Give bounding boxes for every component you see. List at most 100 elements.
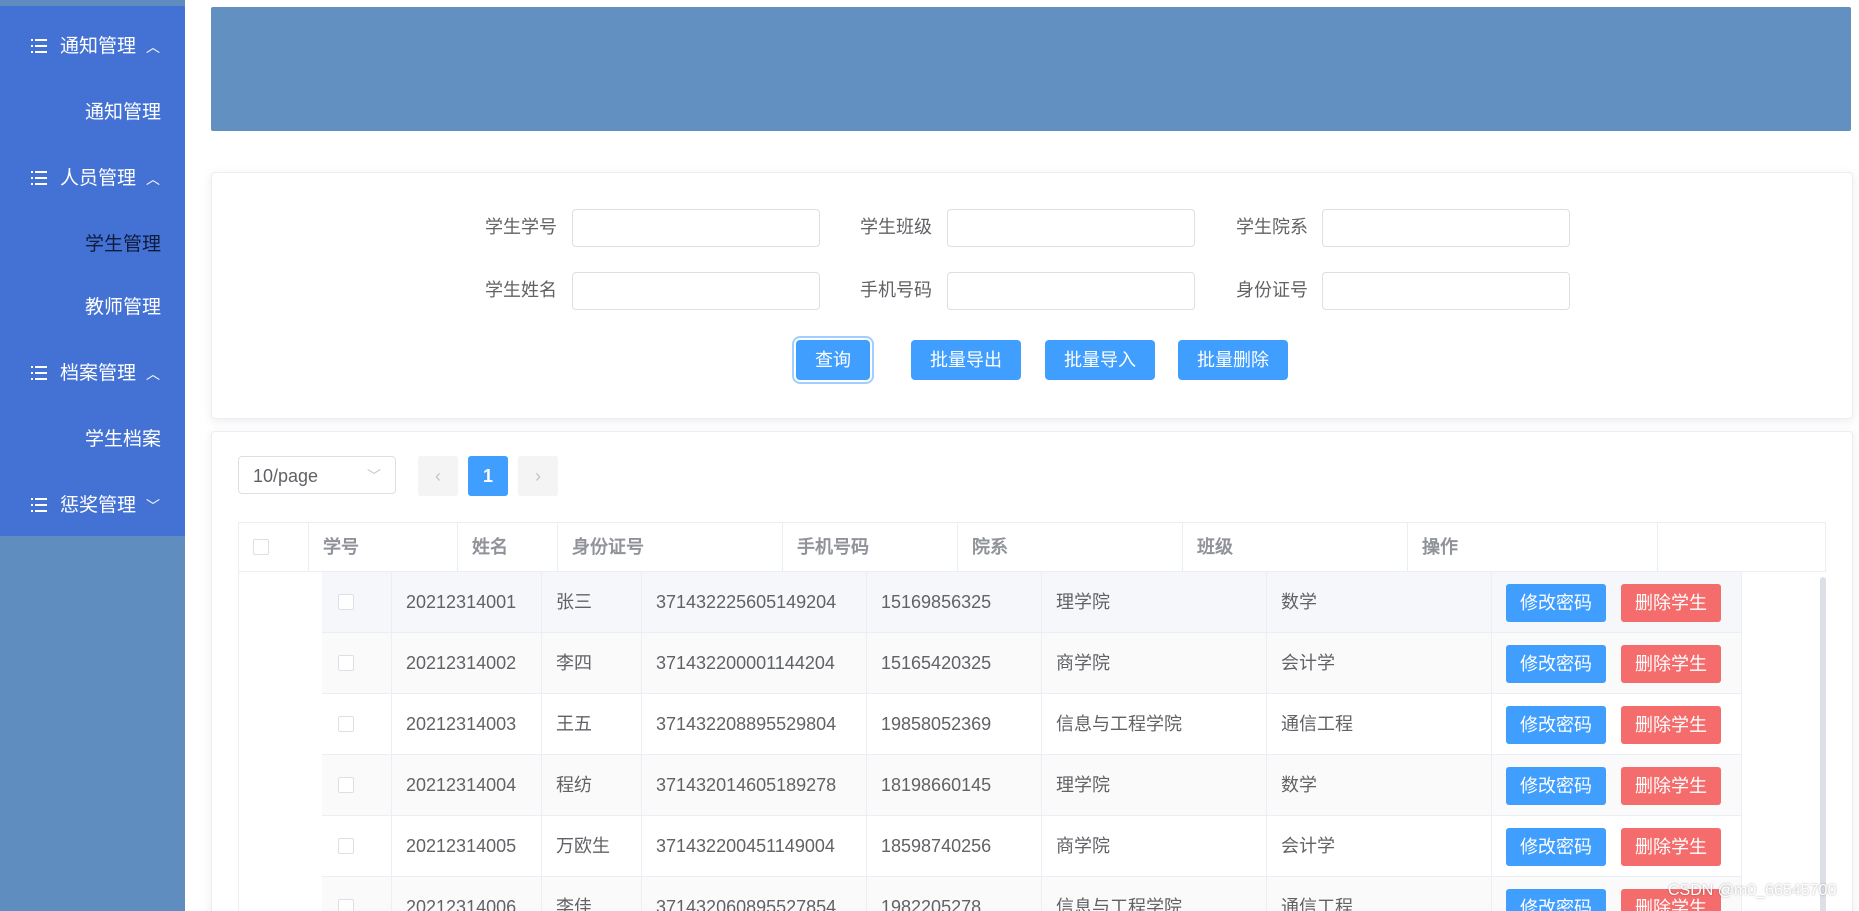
delete-student-button[interactable]: 删除学生 xyxy=(1621,584,1721,622)
cell-dept: 理学院 xyxy=(1042,755,1267,815)
menu-list-icon xyxy=(31,366,47,380)
next-page-button[interactable]: › xyxy=(518,456,558,496)
edit-password-button[interactable]: 修改密码 xyxy=(1506,706,1606,744)
table-row[interactable]: 20212314006 李佳 371432060895527854 198220… xyxy=(322,877,1742,911)
table-scrollbar[interactable] xyxy=(1820,577,1826,911)
cell-class: 通信工程 xyxy=(1267,694,1492,754)
cell-actions: 修改密码 删除学生 xyxy=(1492,572,1742,632)
delete-student-button[interactable]: 删除学生 xyxy=(1621,645,1721,683)
column-header-class[interactable]: 班级 xyxy=(1183,523,1408,571)
chevron-up-icon: ︿ xyxy=(146,366,160,382)
cell-name: 程纺 xyxy=(542,755,642,815)
sidebar-item-notice-management[interactable]: 通知管理 xyxy=(0,83,185,143)
table-row[interactable]: 20212314004 程纺 371432014605189278 181986… xyxy=(322,755,1742,816)
menu-group-personnel[interactable]: 人员管理 ︿ xyxy=(0,149,185,209)
delete-student-button[interactable]: 删除学生 xyxy=(1621,828,1721,866)
chevron-up-icon: ︿ xyxy=(146,39,160,55)
cell-name: 李佳 xyxy=(542,877,642,911)
sidebar-item-student-management[interactable]: 学生管理 xyxy=(0,215,185,275)
row-select-cell xyxy=(322,633,392,693)
cell-phone: 19858052369 xyxy=(867,694,1042,754)
delete-student-button[interactable]: 删除学生 xyxy=(1621,706,1721,744)
sidebar-item-label: 学生管理 xyxy=(85,234,162,255)
cell-phone: 1982205278 xyxy=(867,877,1042,911)
phone-label: 手机号码 xyxy=(860,280,932,300)
student-class-label: 学生班级 xyxy=(860,217,932,237)
batch-import-button[interactable]: 批量导入 xyxy=(1045,340,1155,380)
cell-student-id: 20212314003 xyxy=(392,694,542,754)
student-id-input[interactable] xyxy=(572,209,820,247)
row-checkbox[interactable] xyxy=(338,777,354,793)
column-header-name[interactable]: 姓名 xyxy=(458,523,558,571)
top-header xyxy=(211,7,1851,131)
cell-class: 会计学 xyxy=(1267,816,1492,876)
row-checkbox[interactable] xyxy=(338,899,354,911)
row-checkbox[interactable] xyxy=(338,838,354,854)
student-class-input[interactable] xyxy=(947,209,1195,247)
cell-actions: 修改密码 删除学生 xyxy=(1492,633,1742,693)
column-header-phone[interactable]: 手机号码 xyxy=(783,523,958,571)
column-header-dept[interactable]: 院系 xyxy=(958,523,1183,571)
cell-id-card: 371432060895527854 xyxy=(642,877,867,911)
student-id-label: 学生学号 xyxy=(485,217,557,237)
student-name-input[interactable] xyxy=(572,272,820,310)
prev-page-button[interactable]: ‹ xyxy=(418,456,458,496)
column-header-id-card[interactable]: 身份证号 xyxy=(558,523,783,571)
cell-name: 王五 xyxy=(542,694,642,754)
cell-name: 李四 xyxy=(542,633,642,693)
edit-password-button[interactable]: 修改密码 xyxy=(1506,767,1606,805)
student-name-label: 学生姓名 xyxy=(485,280,557,300)
row-checkbox[interactable] xyxy=(338,594,354,610)
student-dept-input[interactable] xyxy=(1322,209,1570,247)
id-card-input[interactable] xyxy=(1322,272,1570,310)
app-window: 通知管理 ︿ 通知管理 人员管理 ︿ 学生管理 教师管理 档案管理 ︿ 学生档案… xyxy=(0,0,1859,911)
batch-delete-button[interactable]: 批量删除 xyxy=(1178,340,1288,380)
menu-group-reward-punishment[interactable]: 惩奖管理 ﹀ xyxy=(0,476,185,536)
delete-student-button[interactable]: 删除学生 xyxy=(1621,767,1721,805)
edit-password-button[interactable]: 修改密码 xyxy=(1506,889,1606,911)
edit-password-button[interactable]: 修改密码 xyxy=(1506,645,1606,683)
cell-class: 会计学 xyxy=(1267,633,1492,693)
phone-input[interactable] xyxy=(947,272,1195,310)
cell-dept: 理学院 xyxy=(1042,572,1267,632)
sidebar-item-teacher-management[interactable]: 教师管理 xyxy=(0,278,185,338)
select-all-checkbox[interactable] xyxy=(253,539,269,555)
cell-phone: 18198660145 xyxy=(867,755,1042,815)
menu-group-label: 通知管理 xyxy=(60,36,137,57)
cell-student-id: 20212314006 xyxy=(392,877,542,911)
menu-list-icon xyxy=(31,171,47,185)
chevron-down-icon: ﹀ xyxy=(367,468,381,484)
table-row[interactable]: 20212314005 万欧生 371432200451149004 18598… xyxy=(322,816,1742,877)
table-row[interactable]: 20212314003 王五 371432208895529804 198580… xyxy=(322,694,1742,755)
menu-group-notice[interactable]: 通知管理 ︿ xyxy=(0,17,185,77)
sidebar-item-label: 通知管理 xyxy=(85,102,162,123)
cell-actions: 修改密码 删除学生 xyxy=(1492,755,1742,815)
table-row[interactable]: 20212314002 李四 371432200001144204 151654… xyxy=(322,633,1742,694)
sidebar: 通知管理 ︿ 通知管理 人员管理 ︿ 学生管理 教师管理 档案管理 ︿ 学生档案… xyxy=(0,0,185,911)
page-size-value: 10/page xyxy=(253,466,319,486)
row-checkbox[interactable] xyxy=(338,655,354,671)
cell-phone: 15169856325 xyxy=(867,572,1042,632)
query-button[interactable]: 查询 xyxy=(796,340,870,380)
table-row[interactable]: 20212314001 张三 371432225605149204 151698… xyxy=(322,572,1742,633)
cell-id-card: 371432014605189278 xyxy=(642,755,867,815)
cell-actions: 修改密码 删除学生 xyxy=(1492,694,1742,754)
search-panel: 学生学号 学生班级 学生院系 学生姓名 手机号码 身份证号 查询 批量导出 批量… xyxy=(211,172,1853,419)
cell-dept: 商学院 xyxy=(1042,633,1267,693)
edit-password-button[interactable]: 修改密码 xyxy=(1506,584,1606,622)
cell-name: 万欧生 xyxy=(542,816,642,876)
menu-group-archive[interactable]: 档案管理 ︿ xyxy=(0,344,185,404)
table-header: 学号 姓名 身份证号 手机号码 院系 班级 操作 xyxy=(238,522,1826,572)
row-checkbox[interactable] xyxy=(338,716,354,732)
batch-export-button[interactable]: 批量导出 xyxy=(911,340,1021,380)
cell-name: 张三 xyxy=(542,572,642,632)
column-header-student-id[interactable]: 学号 xyxy=(309,523,458,571)
sidebar-item-label: 教师管理 xyxy=(85,297,162,318)
page-size-select[interactable]: 10/page ﹀ xyxy=(238,456,396,494)
sidebar-item-student-archive[interactable]: 学生档案 xyxy=(0,410,185,470)
edit-password-button[interactable]: 修改密码 xyxy=(1506,828,1606,866)
row-select-cell xyxy=(322,694,392,754)
cell-class: 数学 xyxy=(1267,755,1492,815)
page-number-1[interactable]: 1 xyxy=(468,456,508,496)
row-select-cell xyxy=(322,755,392,815)
